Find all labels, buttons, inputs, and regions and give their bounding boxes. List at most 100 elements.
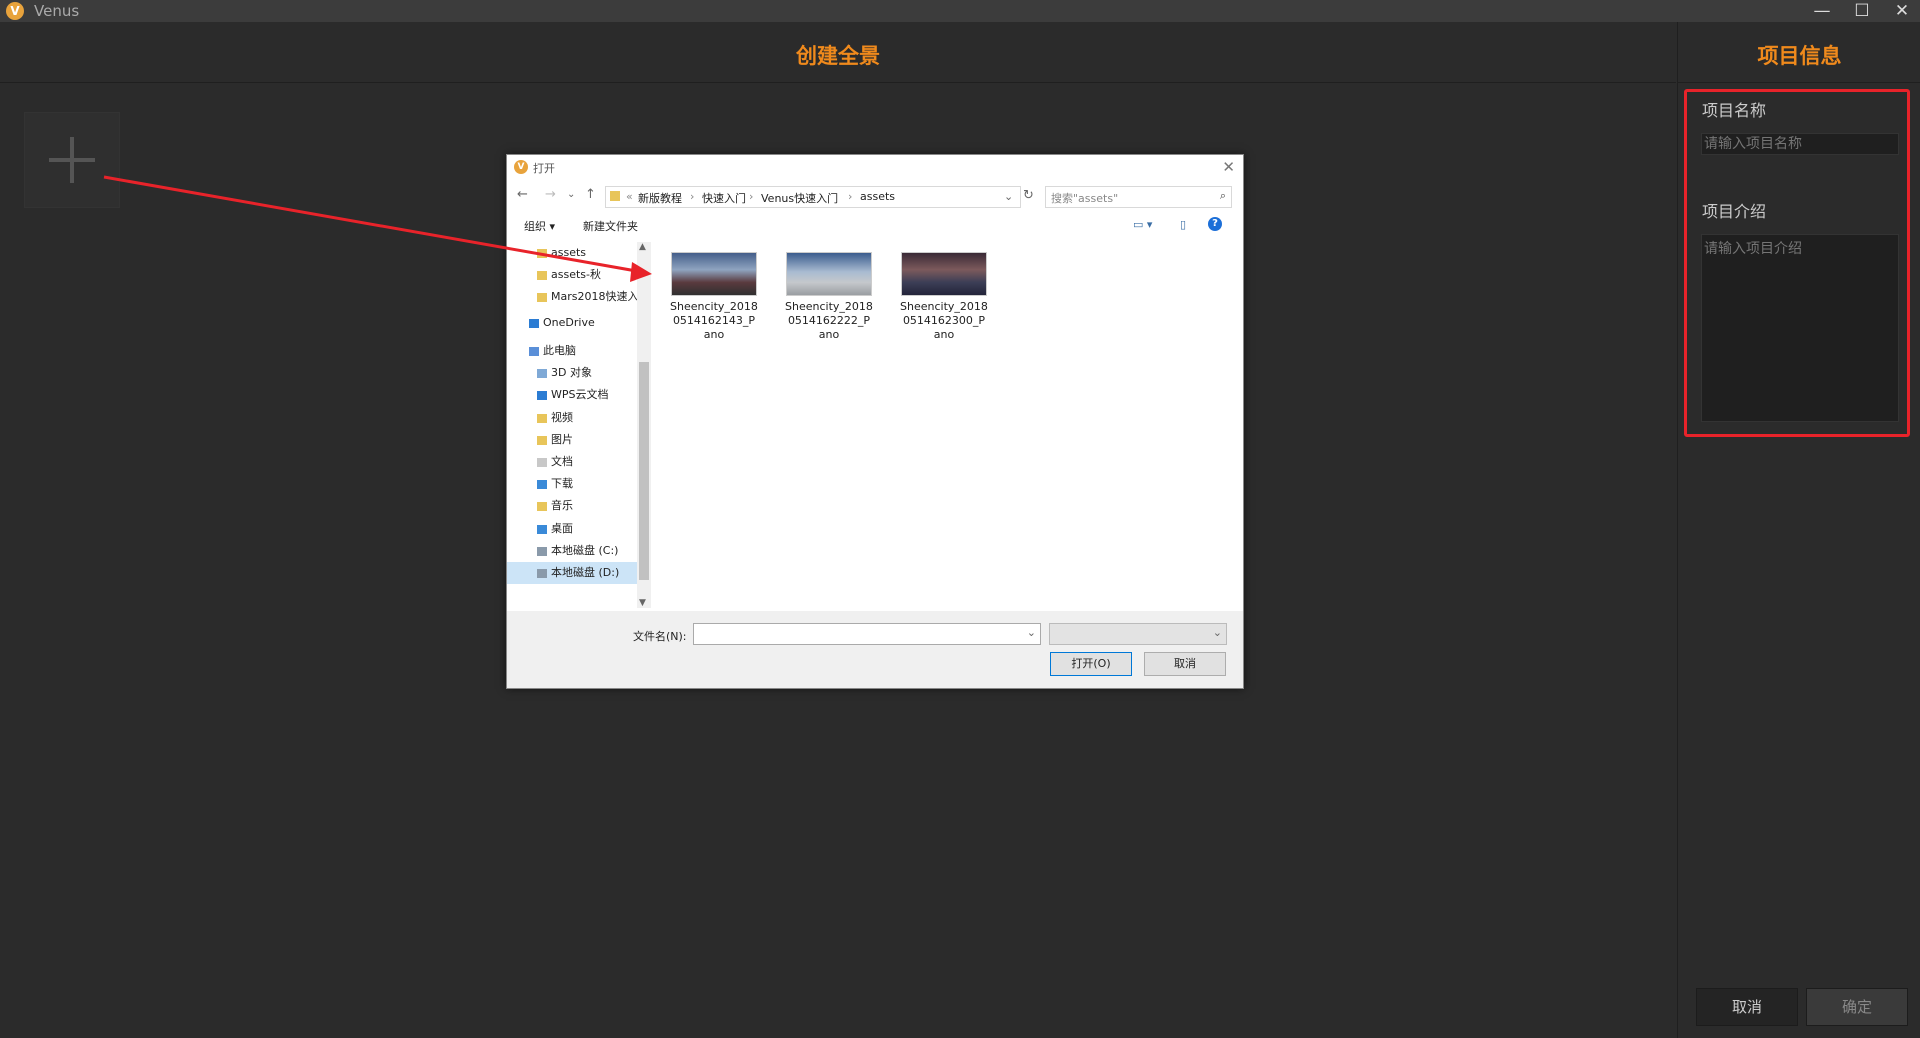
nav-item[interactable]: 音乐 bbox=[507, 495, 637, 517]
project-intro-label: 项目介绍 bbox=[1702, 202, 1767, 221]
file-type-select[interactable]: ⌄ bbox=[1049, 623, 1227, 645]
nav-item[interactable]: 文档 bbox=[507, 451, 637, 473]
forward-arrow-icon[interactable]: → bbox=[545, 187, 556, 202]
nav-item[interactable]: 本地磁盘 (C:) bbox=[507, 540, 637, 562]
file-item[interactable]: Sheencity_2018 0514162143_P ano bbox=[666, 252, 762, 342]
nav-item-label: WPS云文档 bbox=[551, 388, 609, 401]
disk-icon bbox=[537, 568, 547, 578]
nav-item-label: 本地磁盘 (D:) bbox=[551, 566, 620, 579]
recent-locations-icon[interactable]: ⌄ bbox=[567, 189, 575, 200]
nav-item[interactable]: 桌面 bbox=[507, 518, 637, 540]
download-icon bbox=[537, 479, 547, 489]
music-icon bbox=[537, 501, 547, 511]
scroll-down-icon[interactable]: ▼ bbox=[639, 598, 646, 608]
add-panorama-button[interactable] bbox=[24, 112, 120, 208]
help-icon[interactable]: ? bbox=[1208, 217, 1222, 231]
panorama-thumbnail bbox=[671, 252, 757, 296]
close-window-button[interactable]: ✕ bbox=[1882, 0, 1920, 22]
nav-item-label: 文档 bbox=[551, 455, 573, 468]
file-name-line: ano bbox=[933, 328, 955, 341]
nav-item[interactable]: 下载 bbox=[507, 473, 637, 495]
file-name-line: ano bbox=[818, 328, 840, 341]
breadcrumb-item[interactable]: Venus快速入门 bbox=[761, 190, 838, 206]
breadcrumb-separator: › bbox=[749, 190, 754, 203]
nav-item-label: OneDrive bbox=[543, 316, 595, 329]
search-icon: ⌕ bbox=[1219, 189, 1226, 202]
file-name-line: Sheencity_2018 bbox=[900, 300, 988, 313]
search-placeholder: 搜索"assets" bbox=[1051, 192, 1119, 205]
dialog-title: 打开 bbox=[533, 162, 555, 175]
close-icon[interactable]: ✕ bbox=[1222, 158, 1235, 176]
scroll-up-icon[interactable]: ▲ bbox=[639, 242, 646, 252]
chevron-down-icon[interactable]: ⌄ bbox=[1027, 626, 1036, 639]
doc-icon bbox=[537, 457, 547, 467]
nav-item[interactable]: assets bbox=[507, 242, 637, 264]
file-name-line: Sheencity_2018 bbox=[670, 300, 758, 313]
cloud-icon bbox=[529, 318, 539, 328]
breadcrumb-overflow[interactable]: « bbox=[626, 190, 633, 203]
nav-item-label: assets bbox=[551, 246, 587, 259]
nav-item-label: 桌面 bbox=[551, 522, 573, 535]
nav-scrollbar[interactable]: ▲ ▼ bbox=[637, 242, 651, 608]
pc-icon bbox=[529, 346, 539, 356]
file-list: Sheencity_2018 0514162143_P ano Sheencit… bbox=[657, 242, 1241, 608]
file-item[interactable]: Sheencity_2018 0514162300_P ano bbox=[896, 252, 992, 342]
panorama-thumbnail bbox=[786, 252, 872, 296]
back-arrow-icon[interactable]: ← bbox=[517, 187, 528, 202]
panorama-thumbnail bbox=[901, 252, 987, 296]
nav-item-label: assets-秋 bbox=[551, 268, 601, 281]
nav-item[interactable]: 图片 bbox=[507, 429, 637, 451]
address-bar[interactable]: « 新版教程 › 快速入门 › Venus快速入门 › assets ⌄ bbox=[605, 186, 1021, 208]
refresh-icon[interactable]: ↻ bbox=[1023, 188, 1034, 203]
file-item[interactable]: Sheencity_2018 0514162222_P ano bbox=[781, 252, 877, 342]
nav-item-label: 3D 对象 bbox=[551, 366, 592, 379]
project-name-input[interactable] bbox=[1701, 133, 1899, 155]
video-icon bbox=[537, 413, 547, 423]
breadcrumb-item[interactable]: assets bbox=[860, 190, 895, 203]
view-options-icon[interactable]: ▭ ▾ bbox=[1133, 218, 1152, 231]
nav-item-label: 音乐 bbox=[551, 499, 573, 512]
nav-item[interactable]: assets-秋 bbox=[507, 264, 637, 286]
scrollbar-thumb[interactable] bbox=[639, 362, 649, 580]
folder-icon bbox=[537, 292, 547, 302]
address-row: ← → ⌄ ↑ « 新版教程 › 快速入门 › Venus快速入门 › asse… bbox=[507, 185, 1243, 209]
nav-item[interactable]: Mars2018快速入门 bbox=[507, 286, 637, 308]
organize-menu[interactable]: 组织 ▾ bbox=[524, 218, 555, 234]
nav-item-label: 此电脑 bbox=[543, 344, 576, 357]
file-name-line: 0514162300_P bbox=[902, 314, 986, 327]
new-folder-button[interactable]: 新建文件夹 bbox=[583, 218, 638, 234]
nav-item-label: 下载 bbox=[551, 477, 573, 490]
dialog-cancel-button[interactable]: 取消 bbox=[1144, 652, 1226, 676]
window-title: Venus bbox=[34, 2, 80, 20]
cancel-button[interactable]: 取消 bbox=[1696, 988, 1798, 1026]
breadcrumb-item[interactable]: 快速入门 bbox=[702, 190, 746, 206]
filename-input[interactable]: ⌄ bbox=[693, 623, 1041, 645]
up-arrow-icon[interactable]: ↑ bbox=[585, 187, 596, 202]
preview-pane-icon[interactable]: ▯ bbox=[1180, 218, 1186, 231]
file-name-line: 0514162222_P bbox=[787, 314, 871, 327]
nav-item[interactable]: 视频 bbox=[507, 407, 637, 429]
folder-icon bbox=[537, 270, 547, 280]
minimize-button[interactable]: — bbox=[1802, 0, 1842, 22]
dialog-title-bar: V 打开 ✕ bbox=[507, 155, 1243, 181]
chevron-down-icon: ⌄ bbox=[1212, 626, 1222, 639]
file-name-line: 0514162143_P bbox=[672, 314, 756, 327]
open-file-dialog: V 打开 ✕ ← → ⌄ ↑ « 新版教程 › 快速入门 › Venus快速入门… bbox=[506, 154, 1244, 689]
search-input[interactable]: 搜索"assets" ⌕ bbox=[1045, 186, 1232, 208]
nav-item[interactable]: 3D 对象 bbox=[507, 362, 637, 384]
maximize-button[interactable]: ☐ bbox=[1842, 0, 1882, 22]
nav-item-label: 本地磁盘 (C:) bbox=[551, 544, 619, 557]
title-bar: V Venus — ☐ ✕ bbox=[0, 0, 1920, 22]
plus-icon-vertical bbox=[70, 137, 74, 183]
nav-item[interactable]: 此电脑 bbox=[507, 340, 637, 362]
nav-item[interactable]: 本地磁盘 (D:) bbox=[507, 562, 637, 584]
disk-icon bbox=[537, 546, 547, 556]
nav-item-label: 图片 bbox=[551, 433, 573, 446]
confirm-button[interactable]: 确定 bbox=[1806, 988, 1908, 1026]
chevron-down-icon[interactable]: ⌄ bbox=[1004, 190, 1013, 203]
nav-item[interactable]: WPS云文档 bbox=[507, 384, 637, 406]
nav-item[interactable]: OneDrive bbox=[507, 312, 637, 334]
project-intro-textarea[interactable] bbox=[1701, 234, 1899, 422]
open-button[interactable]: 打开(O) bbox=[1050, 652, 1132, 676]
breadcrumb-item[interactable]: 新版教程 bbox=[638, 190, 682, 206]
